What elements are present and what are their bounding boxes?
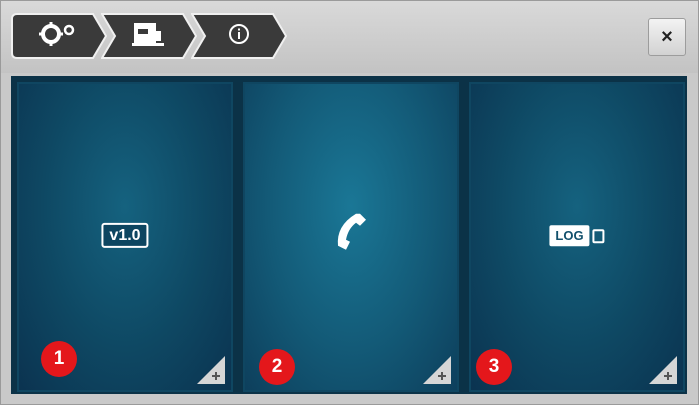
info-icon [228, 23, 250, 50]
window: × v1.0 LOG 1 2 3 [0, 0, 699, 405]
close-icon: × [661, 25, 673, 48]
log-label: LOG [549, 225, 590, 247]
tile-panel: v1.0 LOG [11, 76, 687, 394]
expand-corner-icon[interactable] [423, 356, 451, 384]
callout-2: 2 [259, 349, 295, 385]
close-button[interactable]: × [648, 18, 686, 56]
sewing-machine-icon [132, 21, 166, 52]
version-label: v1.0 [101, 222, 149, 248]
breadcrumb-info[interactable] [191, 13, 287, 59]
breadcrumb-machine[interactable] [101, 13, 197, 59]
usb-plug-icon [592, 228, 605, 243]
expand-corner-icon[interactable] [649, 356, 677, 384]
tile-log[interactable]: LOG [469, 82, 685, 392]
log-usb-icon: LOG [549, 225, 605, 247]
callout-3: 3 [476, 349, 512, 385]
breadcrumb-settings[interactable] [11, 13, 107, 59]
callout-1: 1 [41, 341, 77, 377]
top-bar: × [1, 1, 698, 73]
breadcrumb [11, 13, 287, 59]
tile-phone[interactable] [243, 82, 459, 392]
expand-corner-icon[interactable] [197, 356, 225, 384]
version-icon: v1.0 [101, 222, 149, 248]
phone-icon [334, 212, 368, 257]
settings-gear-icon [39, 21, 79, 51]
